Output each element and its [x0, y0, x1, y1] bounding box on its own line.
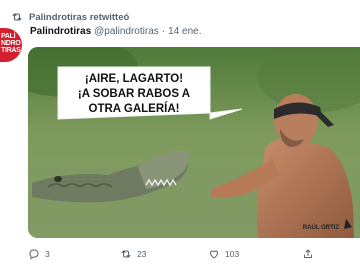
retweet-indicator[interactable]: Palindrotiras retwitteó	[11, 10, 129, 24]
reply-count: 3	[45, 249, 50, 259]
separator-dot: ·	[161, 26, 166, 37]
avatar[interactable]: PALÍ NDRO TIRAS	[0, 28, 22, 62]
like-button[interactable]: 103	[208, 246, 239, 262]
reply-icon	[29, 249, 39, 260]
speech-line: OTRA GALERÍA!	[89, 102, 180, 115]
share-icon	[304, 249, 312, 258]
speech-line: ¡A SOBAR RABOS A	[78, 88, 190, 100]
speech-line: ¡AIRE, LAGARTO!	[85, 73, 183, 85]
avatar-logo-line: TIRAS	[1, 47, 21, 54]
avatar-logo-line: NDRO	[1, 40, 21, 47]
reply-button[interactable]: 3	[28, 246, 50, 262]
timestamp[interactable]: 14 ene.	[168, 26, 201, 37]
tweet-image[interactable]: ¡AIRE, LAGARTO! ¡A SOBAR RABOS A OTRA GA…	[28, 47, 360, 238]
share-button[interactable]	[302, 246, 319, 262]
heart-icon	[209, 250, 219, 259]
author-handle[interactable]: @palindrotiras	[94, 26, 159, 37]
retweet-count: 23	[137, 249, 147, 259]
meme-illustration: ¡AIRE, LAGARTO! ¡A SOBAR RABOS A OTRA GA…	[28, 47, 360, 238]
author-name[interactable]: Palindrotiras	[30, 26, 91, 37]
artist-signature: RAÚL ORTIZ	[303, 224, 340, 231]
retweet-icon	[12, 13, 22, 21]
avatar-logo-line: PALÍ	[1, 33, 16, 40]
tweet-header: Palindrotiras @palindrotiras · 14 ene.	[30, 26, 201, 37]
crocodile-eye	[54, 176, 62, 182]
man-head	[274, 94, 318, 146]
retweet-icon	[121, 250, 131, 258]
like-count: 103	[225, 249, 240, 259]
retweet-label: Palindrotiras retwitteó	[29, 11, 130, 23]
tweet-actions: 3 23 103	[28, 246, 360, 262]
retweet-button[interactable]: 23	[120, 246, 146, 262]
